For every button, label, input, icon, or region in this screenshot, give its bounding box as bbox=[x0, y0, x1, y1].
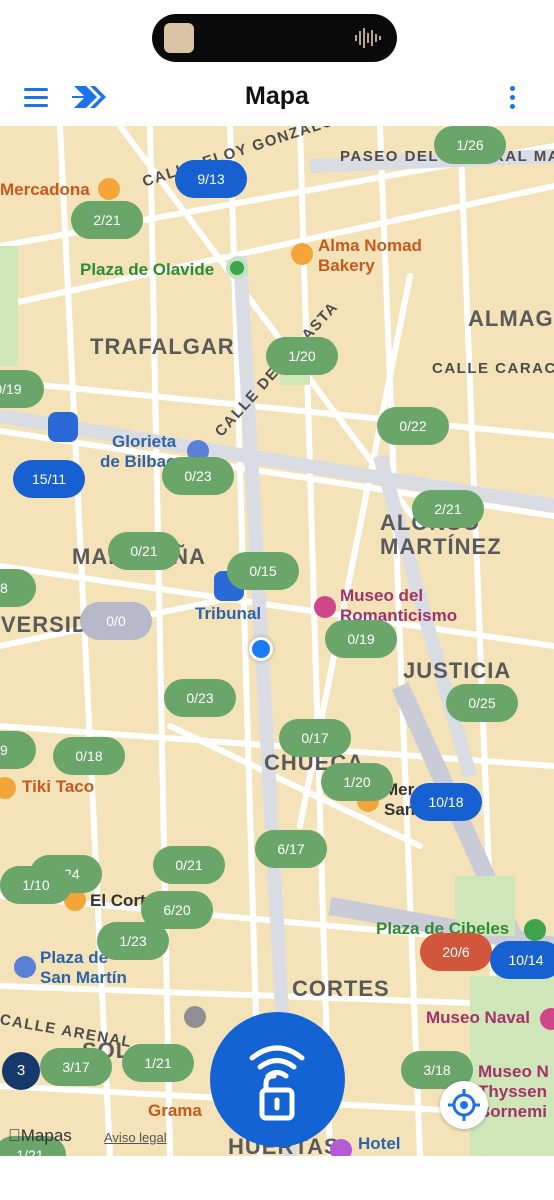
legal-link[interactable]: Aviso legal bbox=[104, 1130, 167, 1145]
poi-label: Museo Naval bbox=[426, 1008, 530, 1027]
station-marker[interactable]: 0/19 bbox=[325, 620, 397, 658]
bakery-icon bbox=[291, 243, 313, 265]
poi-label: Hotel bbox=[358, 1134, 401, 1153]
unlock-bike-button[interactable] bbox=[210, 1012, 345, 1147]
district-label: TRAFALGAR bbox=[90, 334, 235, 359]
station-marker[interactable]: 10/14 bbox=[490, 941, 554, 979]
crosshair-icon bbox=[448, 1089, 480, 1121]
dynamic-island bbox=[152, 14, 397, 62]
station-marker[interactable]: 0/19 bbox=[0, 370, 44, 408]
station-marker[interactable]: 10/18 bbox=[410, 783, 482, 821]
poi-label: Museo N bbox=[478, 1062, 549, 1081]
station-marker[interactable]: 3/17 bbox=[40, 1048, 112, 1086]
audio-waveform-icon bbox=[355, 28, 381, 48]
poi-label: Bornemi bbox=[478, 1102, 547, 1121]
poi-label: Mercadona bbox=[0, 180, 90, 199]
landmark-star-icon bbox=[14, 956, 36, 978]
recenter-location-button[interactable] bbox=[440, 1081, 488, 1129]
poi-label: Thyssen bbox=[478, 1082, 547, 1101]
now-playing-artwork bbox=[164, 23, 194, 53]
poi-label: Tiki Taco bbox=[22, 777, 95, 796]
apple-logo-icon:  bbox=[8, 1126, 21, 1145]
station-marker[interactable]: 2/21 bbox=[71, 201, 143, 239]
park-icon bbox=[226, 257, 248, 279]
district-label: JUSTICIA bbox=[403, 658, 512, 683]
user-location-marker bbox=[249, 637, 273, 661]
station-marker[interactable]: 0/23 bbox=[164, 679, 236, 717]
station-marker[interactable]: 1/23 bbox=[97, 922, 169, 960]
maps-attribution[interactable]: Mapas bbox=[8, 1126, 72, 1146]
more-options-icon[interactable] bbox=[505, 84, 521, 112]
status-bar bbox=[0, 0, 554, 70]
bottom-safe-area bbox=[0, 1156, 554, 1200]
park-icon bbox=[524, 919, 546, 941]
station-marker[interactable]: 2/21 bbox=[412, 490, 484, 528]
poi-label: Museo del bbox=[340, 586, 424, 605]
station-marker[interactable]: 15/11 bbox=[13, 460, 85, 498]
street-label: CALLE CARACAS bbox=[432, 360, 554, 377]
station-marker[interactable]: 0/18 bbox=[53, 737, 125, 775]
station-marker[interactable]: 1/10 bbox=[0, 866, 72, 904]
station-marker[interactable]: 0/15 bbox=[227, 552, 299, 590]
station-marker[interactable]: 0/21 bbox=[153, 846, 225, 884]
district-label: CORTES bbox=[292, 976, 390, 1001]
station-marker[interactable]: 0/25 bbox=[446, 684, 518, 722]
poi-label: Glorieta bbox=[112, 432, 177, 451]
station-marker[interactable]: 1/20 bbox=[266, 337, 338, 375]
station-marker[interactable]: 0/22 bbox=[377, 407, 449, 445]
station-marker[interactable]: 0/0 bbox=[80, 602, 152, 640]
metro-station-icon bbox=[48, 412, 78, 442]
poi-label: San Martín bbox=[40, 968, 127, 987]
station-marker[interactable]: 1/21 bbox=[122, 1044, 194, 1082]
page-title: Mapa bbox=[245, 82, 309, 110]
poi-label: Tribunal bbox=[195, 604, 262, 623]
poi-label: Bakery bbox=[318, 256, 375, 275]
station-marker[interactable]: 0/17 bbox=[279, 719, 351, 757]
station-marker[interactable]: 1/26 bbox=[434, 126, 506, 164]
poi-label: Plaza de bbox=[40, 948, 109, 967]
unlock-icon bbox=[249, 1045, 305, 1121]
cluster-count-badge[interactable]: 3 bbox=[2, 1052, 40, 1090]
apple-store-icon bbox=[184, 1006, 206, 1028]
poi-label: Plaza de Olavide bbox=[80, 260, 215, 279]
app-header: Mapa bbox=[0, 70, 554, 126]
station-marker[interactable]: 0/23 bbox=[162, 457, 234, 495]
station-marker[interactable]: 1/20 bbox=[321, 763, 393, 801]
station-marker[interactable]: 6/17 bbox=[255, 830, 327, 868]
poi-label: Grama bbox=[148, 1101, 202, 1120]
station-marker[interactable]: 20/6 bbox=[420, 933, 492, 971]
district-label: ALMAGRO bbox=[468, 306, 554, 331]
station-marker[interactable]: 0/21 bbox=[108, 532, 180, 570]
poi-label: Alma Nomad bbox=[318, 236, 422, 255]
map-view[interactable]: PASEO DEL GENERAL MARTÍNEZ CAMPOS CALLE … bbox=[0, 126, 554, 1156]
museum-icon bbox=[314, 596, 336, 618]
shopping-cart-icon bbox=[98, 178, 120, 200]
map-streets bbox=[0, 126, 554, 1156]
station-marker[interactable]: 9/13 bbox=[175, 160, 247, 198]
